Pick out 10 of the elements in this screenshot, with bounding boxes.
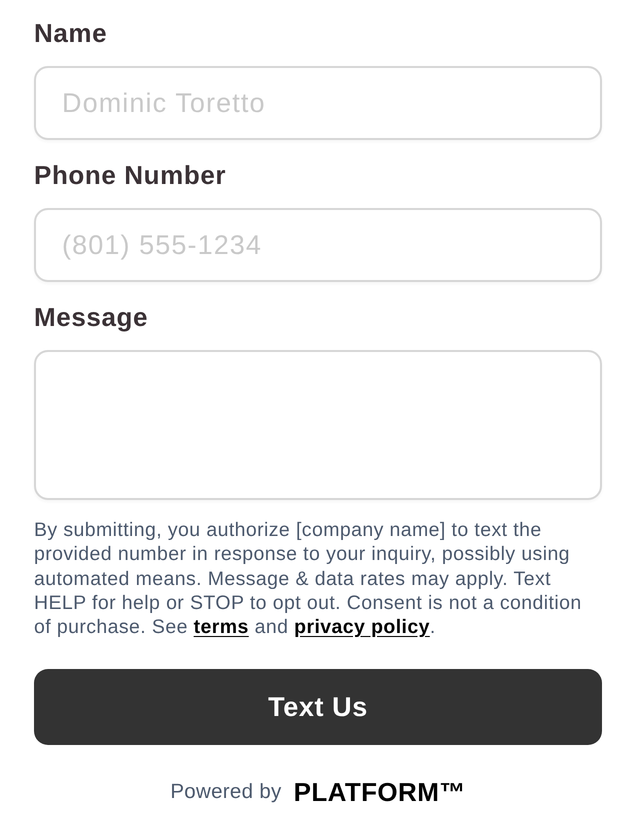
policy-link[interactable]: terms bbox=[194, 616, 249, 638]
submit-button[interactable]: Text Us bbox=[34, 669, 602, 746]
brand-wordmark: PLATFORM™ bbox=[294, 776, 466, 809]
consent-text: By submitting, you authorize [company name] to text the provided number in response to your inquiry, possibly using automated means. Message & data rates may apply. Text HELP for help or STOP to opt out. Consent is not a condition of purchase. See terms and privacy policy. bbox=[34, 518, 583, 640]
message-field[interactable] bbox=[34, 350, 602, 500]
field-label: Phone Number bbox=[34, 159, 228, 192]
field-label: Message bbox=[34, 301, 150, 334]
field-label: Name bbox=[34, 17, 108, 50]
powered-by-text: Powered by bbox=[170, 779, 282, 806]
policy-link[interactable]: privacy policy bbox=[294, 616, 430, 638]
